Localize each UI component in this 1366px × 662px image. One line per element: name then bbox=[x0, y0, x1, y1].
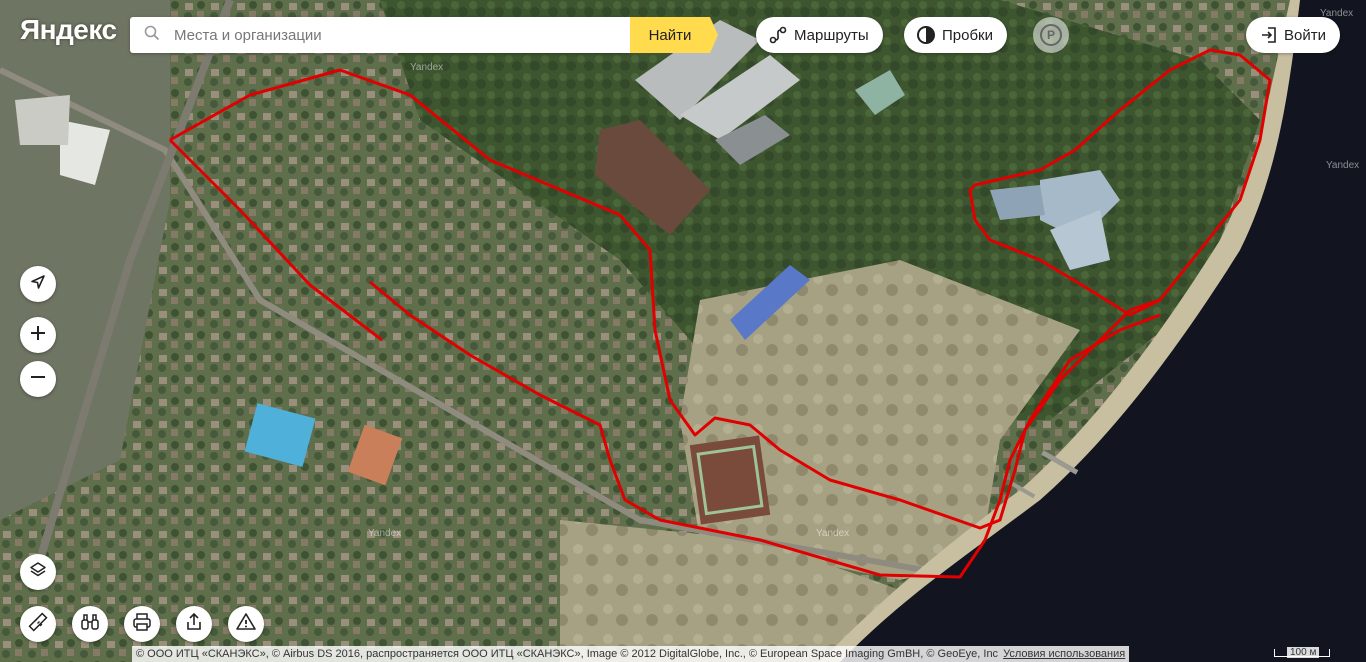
map-watermark: Yandex bbox=[1326, 160, 1360, 171]
routes-button[interactable]: Маршруты bbox=[756, 17, 883, 53]
share-button[interactable] bbox=[176, 606, 212, 642]
report-error-button[interactable] bbox=[228, 606, 264, 642]
routes-label: Маршруты bbox=[794, 26, 869, 44]
locate-button[interactable] bbox=[20, 266, 56, 302]
search-bar: Найти bbox=[130, 17, 720, 53]
location-arrow-icon bbox=[29, 273, 47, 295]
parking-icon: P bbox=[1040, 24, 1062, 46]
traffic-button[interactable]: Пробки bbox=[904, 17, 1007, 53]
login-button[interactable]: Войти bbox=[1246, 17, 1340, 53]
print-button[interactable] bbox=[124, 606, 160, 642]
parking-button[interactable]: P bbox=[1033, 17, 1069, 53]
warning-icon bbox=[236, 612, 256, 636]
binoculars-icon bbox=[80, 612, 100, 636]
yandex-logo[interactable]: Яндекс bbox=[20, 14, 117, 46]
zoom-in-button[interactable] bbox=[20, 317, 56, 353]
route-icon bbox=[768, 25, 788, 45]
login-label: Войти bbox=[1284, 26, 1326, 44]
map-watermark: Yandex bbox=[368, 528, 402, 539]
ruler-icon bbox=[28, 612, 48, 636]
scale-bar: 100 м bbox=[1274, 647, 1330, 658]
panorama-button[interactable] bbox=[72, 606, 108, 642]
traffic-label: Пробки bbox=[942, 26, 993, 44]
share-icon bbox=[184, 612, 204, 636]
login-icon bbox=[1260, 26, 1278, 44]
map-scale: 100 м bbox=[1274, 646, 1330, 660]
printer-icon bbox=[132, 612, 152, 636]
search-button[interactable]: Найти bbox=[630, 17, 718, 53]
terms-link[interactable]: Условия использования bbox=[1003, 648, 1125, 660]
zoom-out-button[interactable] bbox=[20, 361, 56, 397]
minus-icon bbox=[29, 368, 47, 390]
search-box bbox=[130, 17, 630, 53]
copyright-text: © ООО ИТЦ «СКАНЭКС», © Airbus DS 2016, р… bbox=[136, 648, 999, 660]
layers-icon bbox=[28, 560, 48, 584]
plus-icon bbox=[29, 324, 47, 346]
ruler-button[interactable] bbox=[20, 606, 56, 642]
search-icon bbox=[144, 25, 160, 45]
copyright-bar: © ООО ИТЦ «СКАНЭКС», © Airbus DS 2016, р… bbox=[132, 646, 1130, 662]
map-watermark: Yandex bbox=[410, 62, 444, 73]
layers-button[interactable] bbox=[20, 554, 56, 590]
satellite-map[interactable]: Yandex Yandex Yandex Yandex Yandex bbox=[0, 0, 1366, 662]
map-imagery bbox=[0, 0, 1366, 662]
map-watermark: Yandex bbox=[816, 528, 850, 539]
scale-label: 100 м bbox=[1287, 647, 1320, 658]
search-input[interactable] bbox=[174, 26, 614, 44]
traffic-icon bbox=[916, 25, 936, 45]
